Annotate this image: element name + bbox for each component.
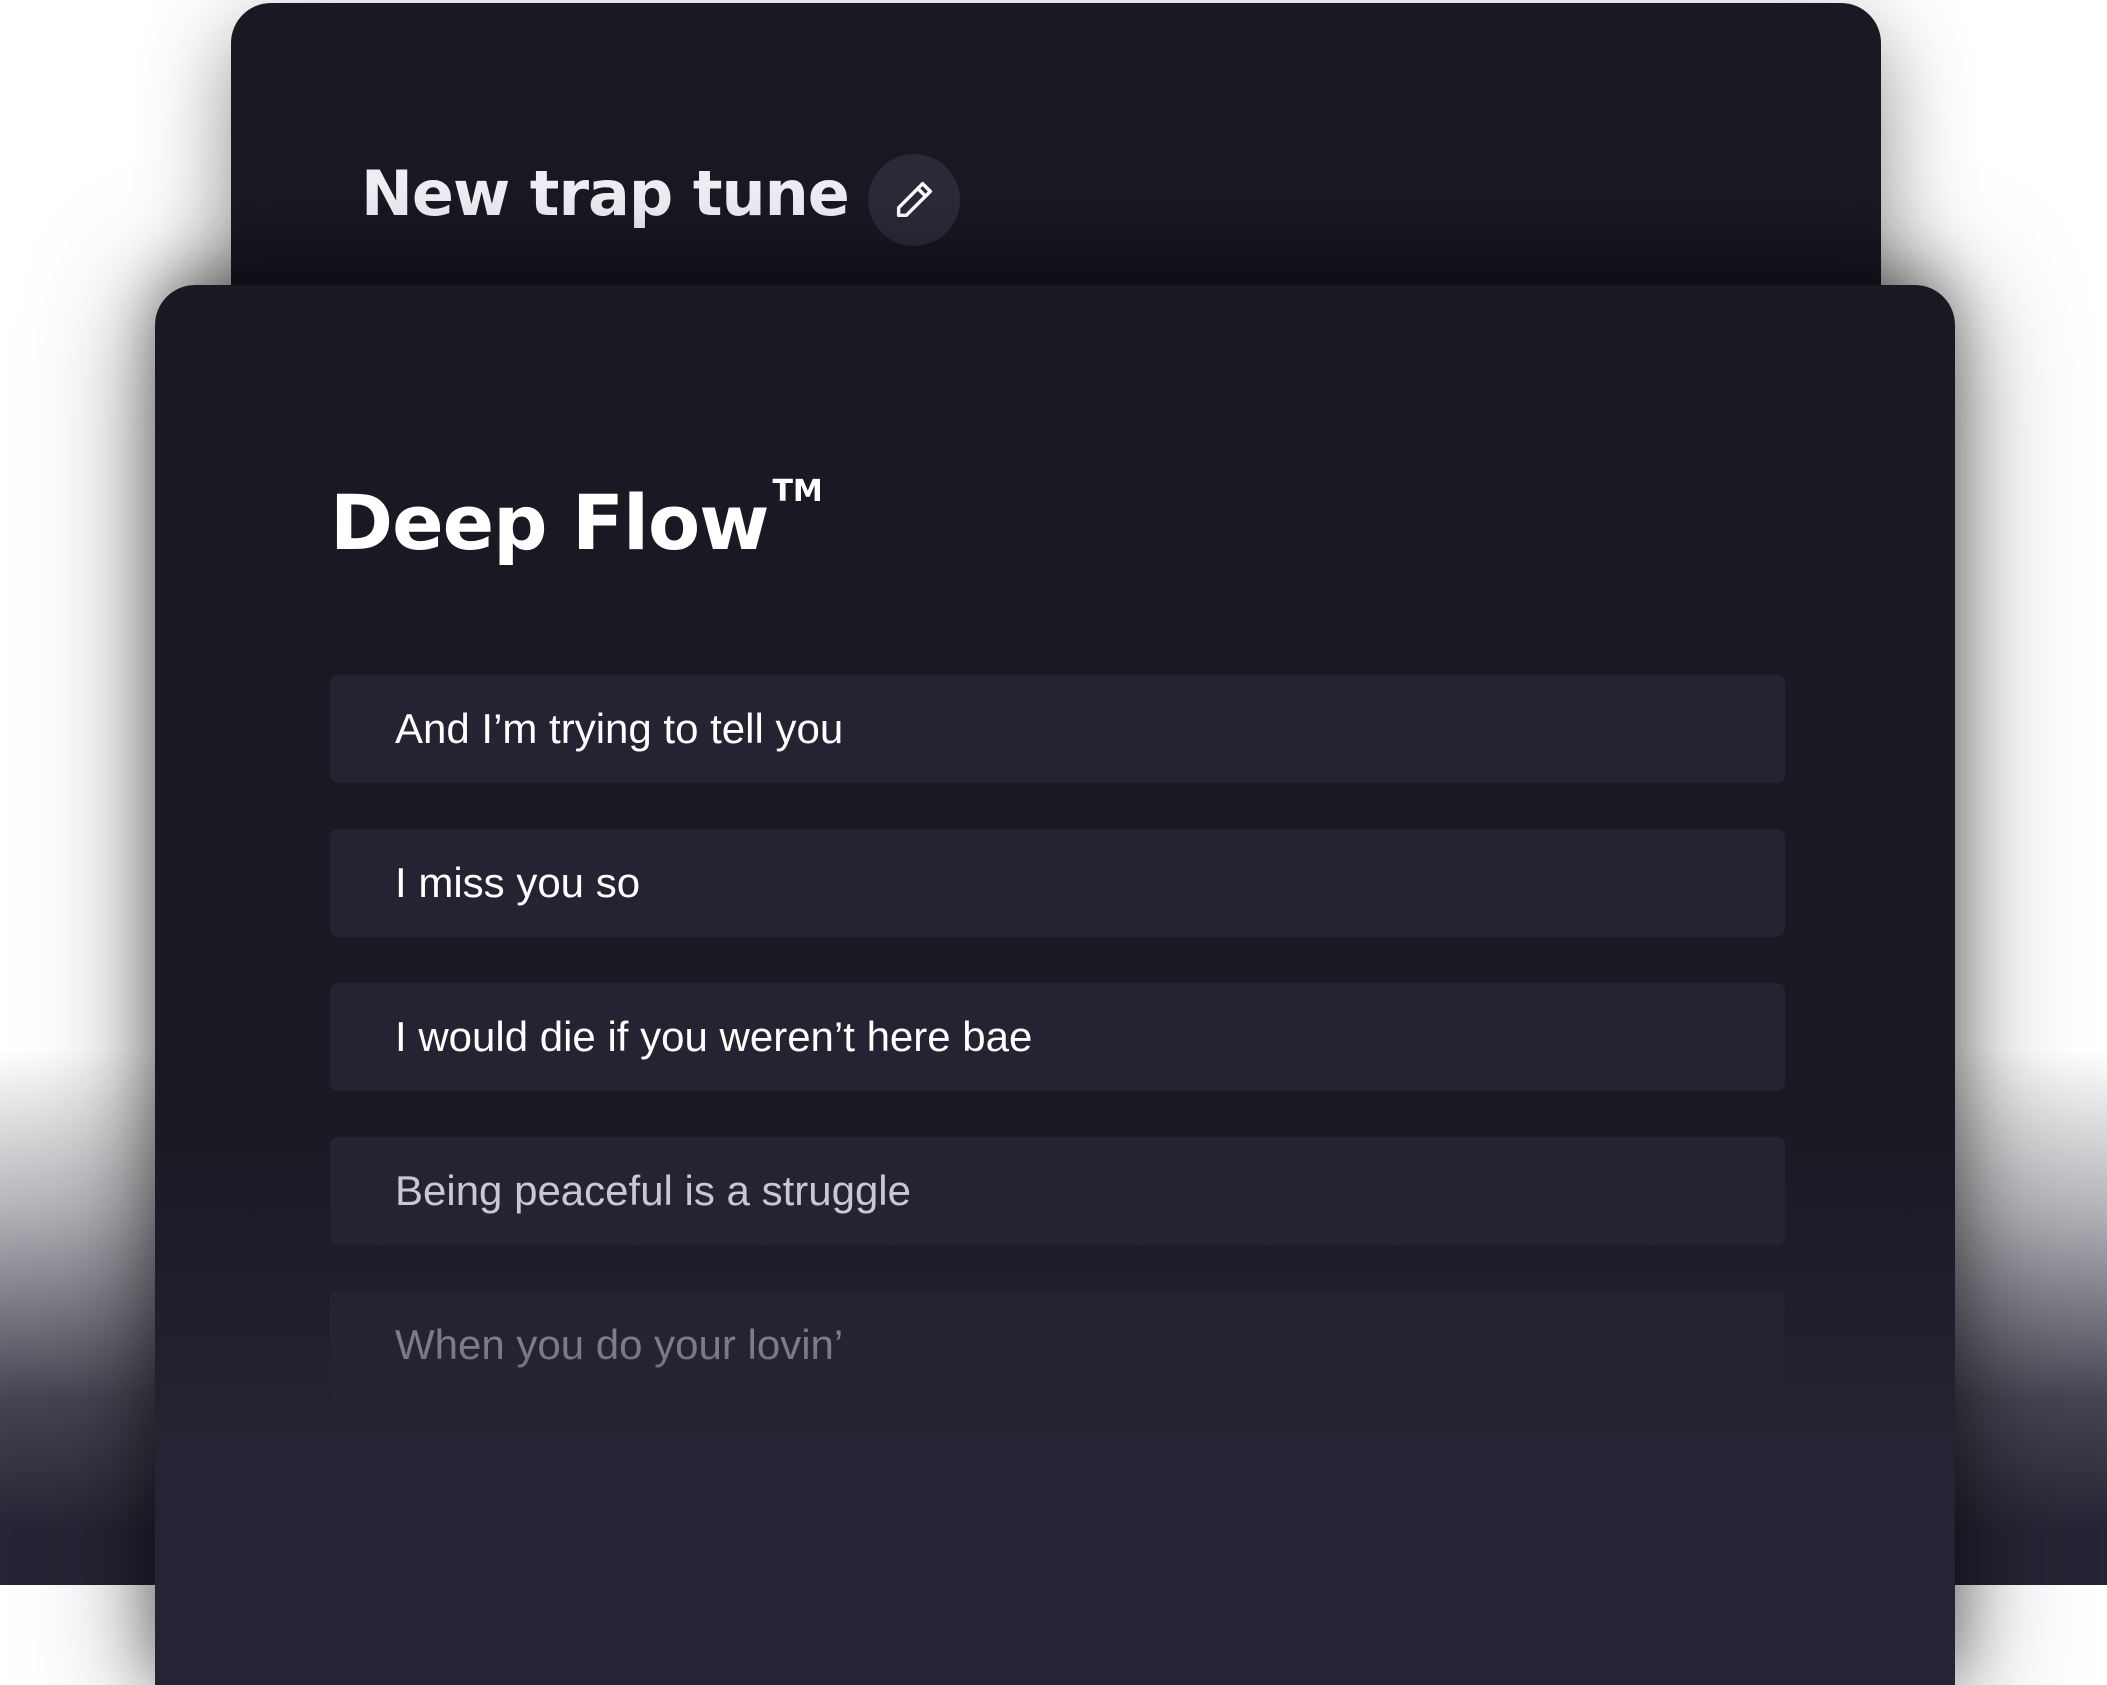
- lyric-line-text: Being peaceful is a struggle: [395, 1167, 911, 1214]
- pencil-icon: [896, 181, 933, 218]
- project-title: New trap tune: [361, 157, 850, 230]
- editor-title-text: Deep Flow: [330, 478, 769, 567]
- trademark-mark: TM: [772, 474, 823, 509]
- lyric-line[interactable]: I would die if you weren’t here bae: [330, 983, 1785, 1091]
- lyric-line-text: When you do your lovin’: [395, 1321, 844, 1368]
- editor-title: Deep Flow TM: [330, 477, 823, 561]
- lyric-line[interactable]: I miss you so: [330, 829, 1785, 937]
- lyric-line[interactable]: When you do your lovin’: [330, 1291, 1785, 1399]
- lyrics-editor-card: Deep Flow TM And I’m trying to tell you I…: [155, 285, 1955, 1685]
- lyric-line-text: And I’m trying to tell you: [395, 705, 844, 752]
- lyric-line[interactable]: Being peaceful is a struggle: [330, 1137, 1785, 1245]
- lyric-line-text: I miss you so: [395, 859, 641, 906]
- lyric-line-text: I would die if you weren’t here bae: [395, 1013, 1033, 1060]
- lyric-line[interactable]: And I’m trying to tell you: [330, 675, 1785, 783]
- edit-title-button[interactable]: [868, 154, 960, 246]
